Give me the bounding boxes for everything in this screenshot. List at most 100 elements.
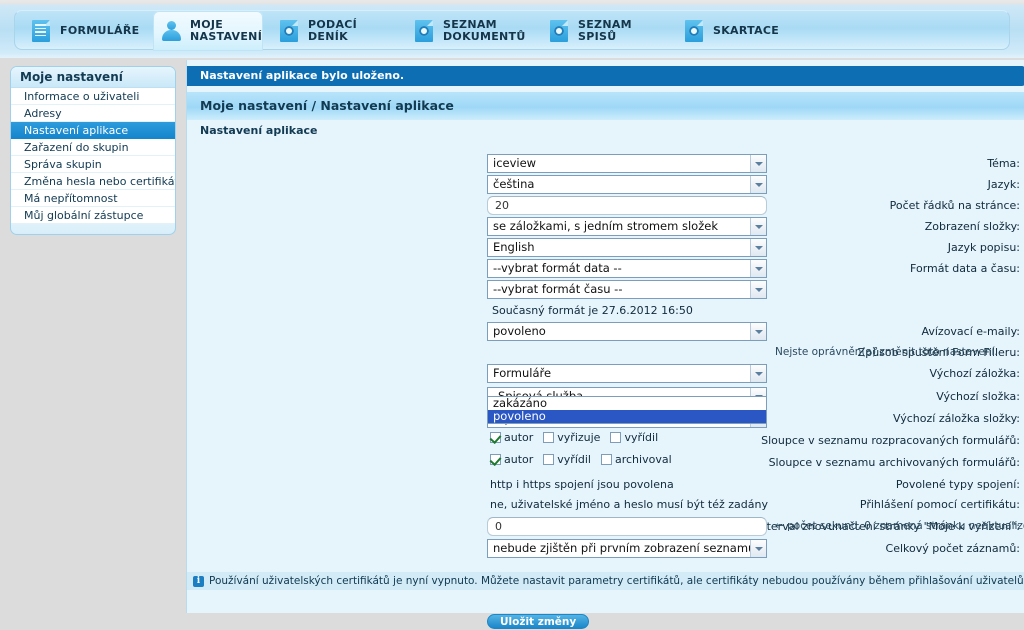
- refresh-interval-hint: ← počet sekund, 0 znamená stránku neaktu…: [775, 520, 1024, 532]
- form-row-folder-display: Zobrazení složky: se záložkami, s jedním…: [187, 217, 1024, 238]
- checkbox-box[interactable]: [610, 432, 622, 443]
- breadcrumb: Moje nastavení / Nastavení aplikace: [187, 92, 1024, 120]
- total-records-label: Celkový počet záznamů:: [885, 542, 1020, 555]
- nav-tab-label: SEZNAM DOKUMENTŮ: [443, 18, 526, 43]
- default-tab-label: Výchozí záložka:: [929, 367, 1020, 380]
- notify-emails-select[interactable]: povoleno: [487, 322, 767, 341]
- checkbox-draft-vyridil[interactable]: vyřídil: [610, 431, 658, 444]
- top-navigation-bar: FORMULÁŘE MOJE NASTAVENÍ PODACÍ DENÍK SE…: [0, 0, 1024, 58]
- nav-tab-label: SKARTACE: [713, 24, 780, 37]
- nav-tab-label: FORMULÁŘE: [60, 24, 140, 37]
- total-records-select[interactable]: nebude zjištěn při prvním zobrazení sezn…: [487, 539, 767, 558]
- columns-archived-label: Sloupce v seznamu archivovaných formulář…: [768, 456, 1020, 469]
- datetime-format-label: Formát data a času:: [910, 262, 1020, 275]
- theme-select[interactable]: iceview: [487, 154, 767, 173]
- sidebar-item-zarazeni-do-skupin[interactable]: Zařazení do skupin: [11, 139, 175, 156]
- nav-tab-strip: FORMULÁŘE MOJE NASTAVENÍ PODACÍ DENÍK SE…: [14, 10, 1010, 51]
- form-filler-permission-note: Nejste oprávněn(a) změnit toto nastavení…: [775, 346, 998, 358]
- sidebar-item-zmena-hesla-nebo-certifikatu[interactable]: Změna hesla nebo certifikátu: [11, 173, 175, 190]
- document-gear-icon: [279, 19, 301, 43]
- folder-display-label: Zobrazení složky:: [924, 220, 1020, 233]
- chevron-down-icon[interactable]: [750, 218, 766, 235]
- total-records-value: nebude zjištěn při prvním zobrazení sezn…: [493, 541, 756, 555]
- cert-login-label: Přihlášení pomocí certifikátu:: [859, 498, 1020, 511]
- dropdown-option-povoleno[interactable]: povoleno: [488, 410, 766, 423]
- description-language-select[interactable]: English: [487, 238, 767, 257]
- info-icon: i: [193, 575, 204, 587]
- document-gear-icon: [549, 19, 571, 43]
- description-language-value: English: [493, 240, 535, 254]
- form-row-language: Jazyk: čeština: [187, 175, 1024, 196]
- form-row-total-records: Celkový počet záznamů: nebude zjištěn př…: [187, 539, 1024, 560]
- sidebar-item-sprava-skupin[interactable]: Správa skupin: [11, 156, 175, 173]
- checkbox-box[interactable]: [543, 454, 555, 465]
- chevron-down-icon[interactable]: [750, 540, 766, 557]
- form-row-refresh-interval: Interval znovunačtení stránky "Moje k vy…: [187, 517, 1024, 538]
- nav-tab-podaci-denik[interactable]: PODACÍ DENÍK: [271, 11, 406, 51]
- notify-emails-dropdown-options[interactable]: zakázáno povoleno: [487, 396, 767, 424]
- checkbox-box[interactable]: [543, 432, 555, 443]
- checkbox-label: vyřizuje: [557, 431, 601, 444]
- chevron-down-icon[interactable]: [750, 323, 766, 340]
- document-gear-icon: [414, 19, 436, 43]
- checkbox-draft-autor[interactable]: autor: [490, 431, 533, 444]
- theme-value: iceview: [493, 156, 537, 170]
- default-tab-value: Formuláře: [493, 366, 552, 380]
- columns-draft-label: Sloupce v seznamu rozpracovaných formulá…: [761, 434, 1020, 447]
- nav-tab-skartace[interactable]: SKARTACE: [676, 11, 796, 51]
- nav-tab-moje-nastaveni[interactable]: MOJE NASTAVENÍ: [153, 11, 263, 51]
- sidebar-title: Moje nastavení: [11, 67, 175, 88]
- form-row-columns-archived: Sloupce v seznamu archivovaných formulář…: [187, 453, 1024, 474]
- checkbox-box[interactable]: [490, 432, 501, 443]
- form-row-cert-login: Přihlášení pomocí certifikátu: ne, uživa…: [187, 495, 1024, 516]
- date-format-select[interactable]: --vybrat formát data --: [487, 259, 767, 278]
- document-gear-icon: [684, 19, 706, 43]
- chevron-down-icon[interactable]: [750, 281, 766, 298]
- nav-tab-formulare[interactable]: FORMULÁŘE: [23, 11, 153, 51]
- checkbox-label: archivoval: [614, 453, 672, 466]
- form-row-notify-emails: Avízovací e-maily: povoleno: [187, 322, 1024, 343]
- info-bar-text: Používání uživatelských certifikátů je n…: [209, 575, 1024, 587]
- cert-login-value: ne, uživatelské jméno a heslo musí být t…: [490, 498, 768, 511]
- checkbox-box[interactable]: [490, 454, 501, 465]
- chevron-down-icon[interactable]: [750, 260, 766, 277]
- language-select[interactable]: čeština: [487, 175, 767, 194]
- checkbox-archived-archivoval[interactable]: archivoval: [600, 453, 672, 466]
- chevron-down-icon[interactable]: [750, 365, 766, 382]
- main-content-panel: Nastavení aplikace bylo uloženo. Moje na…: [186, 60, 1024, 629]
- form-row-rows-per-page: Počet řádků na stránce: 20: [187, 196, 1024, 217]
- user-icon: [161, 19, 183, 43]
- form-row-current-format-note: Současný formát je 27.6.2012 16:50: [187, 301, 1024, 322]
- sidebar-item-nastaveni-aplikace[interactable]: Nastavení aplikace: [11, 122, 175, 139]
- chevron-down-icon[interactable]: [750, 239, 766, 256]
- folder-display-value: se záložkami, s jedním stromem složek: [493, 219, 718, 233]
- form-row-columns-draft: Sloupce v seznamu rozpracovaných formulá…: [187, 431, 1024, 452]
- time-format-select[interactable]: --vybrat formát času --: [487, 280, 767, 299]
- refresh-interval-input[interactable]: 0: [487, 517, 767, 536]
- page-title: Nastavení aplikace: [200, 124, 318, 137]
- sidebar-item-muj-globalni-zastupce[interactable]: Můj globální zástupce: [11, 207, 175, 224]
- time-format-value: --vybrat formát času --: [493, 282, 623, 296]
- checkbox-box[interactable]: [600, 454, 612, 465]
- checkbox-label: vyřídil: [624, 431, 659, 444]
- checkbox-archived-vyridil[interactable]: vyřídil: [543, 453, 591, 466]
- sidebar-item-ma-nepritomnost[interactable]: Má nepřítomnost: [11, 190, 175, 207]
- checkbox-archived-autor[interactable]: autor: [490, 453, 533, 466]
- sidebar: Moje nastavení Informace o uživateli Adr…: [10, 66, 176, 235]
- form-row-date-format: Formát data a času: --vybrat formát data…: [187, 259, 1024, 280]
- default-tab-select[interactable]: Formuláře: [487, 364, 767, 383]
- folder-display-select[interactable]: se záložkami, s jedním stromem složek: [487, 217, 767, 236]
- sidebar-item-adresy[interactable]: Adresy: [11, 105, 175, 122]
- save-button[interactable]: Uložit změny: [487, 614, 590, 629]
- notify-emails-value: povoleno: [493, 324, 546, 338]
- form-row-description-language: Jazyk popisu: English: [187, 238, 1024, 259]
- sidebar-item-informace-o-uzivateli[interactable]: Informace o uživateli: [11, 88, 175, 105]
- language-value: čeština: [493, 177, 535, 191]
- rows-per-page-input[interactable]: 20: [487, 196, 767, 215]
- chevron-down-icon[interactable]: [750, 155, 766, 172]
- status-message-bar: Nastavení aplikace bylo uloženo.: [187, 66, 1024, 86]
- checkbox-draft-vyrizuje[interactable]: vyřizuje: [543, 431, 600, 444]
- nav-tab-seznam-spisu[interactable]: SEZNAM SPISŮ: [541, 11, 676, 51]
- nav-tab-seznam-dokumentu[interactable]: SEZNAM DOKUMENTŮ: [406, 11, 536, 51]
- chevron-down-icon[interactable]: [750, 176, 766, 193]
